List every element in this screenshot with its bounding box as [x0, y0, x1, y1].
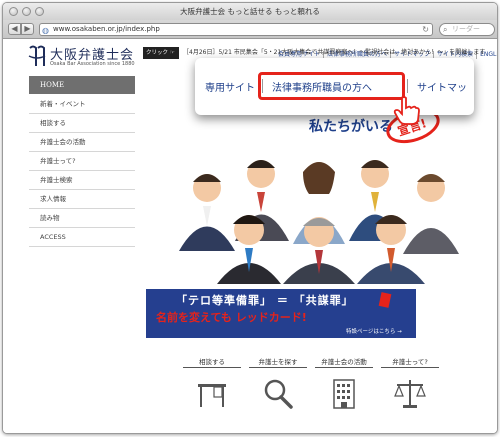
banner-subheadline: 名前を変えても レッドカード!	[156, 311, 307, 324]
minimize-window-button[interactable]	[22, 7, 31, 16]
window-title: 大阪弁護士会 もっと話せる もっと頼れる	[180, 7, 320, 16]
callout-sitemap: サイトマッ	[417, 83, 467, 94]
url-text: www.osakaben.or.jp/index.php	[53, 25, 160, 33]
quicklink-label: 弁護士会の活動	[321, 358, 367, 366]
logo-name-en: Osaka Bar Association since 1880	[50, 61, 135, 67]
callout-member-site: 専用サイト	[205, 83, 255, 94]
banner-more-link[interactable]: 特設ページはこちら →	[346, 327, 402, 335]
back-button[interactable]: ◀	[8, 23, 21, 35]
forward-button[interactable]: ▶	[21, 23, 34, 35]
desk-icon	[198, 384, 226, 407]
site-logo[interactable]: 大阪弁護士会 Osaka Bar Association since 1880	[27, 44, 137, 70]
quicklink-label: 弁護士って?	[392, 358, 428, 366]
lawyer-figure-front-center	[283, 217, 355, 284]
globe-icon: ◍	[42, 26, 49, 35]
browser-toolbar: ◀ ▶ ◍ www.osakaben.or.jp/index.php ↻ ⌕ リ…	[3, 20, 497, 39]
close-window-button[interactable]	[9, 7, 18, 16]
title-bar: 大阪弁護士会 もっと話せる もっと頼れる	[3, 3, 497, 20]
sidebar-item-lawyer-search[interactable]: 弁護士検索	[29, 171, 135, 190]
lawyer-figure-back-far-right	[403, 174, 459, 254]
quicklink-label: 相談する	[199, 358, 225, 366]
building-icon	[333, 379, 355, 409]
bar-association-emblem-icon	[28, 45, 46, 66]
hand-cursor-icon	[393, 96, 420, 125]
hero-tagline: 私たちがいる	[309, 118, 393, 135]
sidebar-item-consult[interactable]: 相談する	[29, 114, 135, 133]
lawyer-figure-back-left	[179, 174, 235, 251]
banner-headline: 「テロ等準備罪」 ＝ 「共謀罪」	[176, 294, 354, 307]
sidebar-item-access[interactable]: ACCESS	[29, 228, 135, 247]
red-card-icon	[378, 292, 392, 308]
zoom-window-button[interactable]	[35, 7, 44, 16]
sidebar-item-reading[interactable]: 読み物	[29, 209, 135, 228]
zoom-callout: 専用サイト 法律事務所職員の方へ サイトマッ	[195, 58, 474, 115]
search-placeholder: リーダー	[452, 25, 480, 33]
conspiracy-law-banner[interactable]: 「テロ等準備罪」 ＝ 「共謀罪」 名前を変えても レッドカード! 特設ページはこ…	[146, 289, 416, 338]
reload-icon[interactable]: ↻	[422, 24, 429, 35]
ticker-label: クリック ☞	[143, 47, 179, 59]
quicklink-label: 弁護士を探す	[258, 358, 298, 366]
sidebar-item-jobs[interactable]: 求人情報	[29, 190, 135, 209]
quicklink-about-lawyers[interactable]: 弁護士って?	[377, 356, 443, 408]
sidebar-item-home[interactable]: HOME	[29, 76, 135, 95]
sidebar-nav: HOME 新着・イベント 相談する 弁護士会の活動 弁護士って? 弁護士検索 求…	[29, 76, 135, 247]
sidebar-item-activities[interactable]: 弁護士会の活動	[29, 133, 135, 152]
callout-divider	[407, 79, 408, 93]
quicklink-consult[interactable]: 相談する	[179, 356, 245, 407]
address-bar[interactable]: ◍ www.osakaben.or.jp/index.php ↻	[39, 23, 433, 36]
search-field[interactable]: ⌕ リーダー	[439, 23, 495, 36]
sidebar-item-about-lawyers[interactable]: 弁護士って?	[29, 152, 135, 171]
quicklink-activities[interactable]: 弁護士会の活動	[311, 356, 377, 409]
quicklink-find-lawyer[interactable]: 弁護士を探す	[245, 356, 311, 409]
scales-icon	[394, 380, 426, 408]
callout-staff-link[interactable]: 法律事務所職員の方へ	[272, 79, 372, 94]
magnifier-icon	[264, 379, 293, 409]
sidebar-item-news-events[interactable]: 新着・イベント	[29, 95, 135, 114]
search-icon: ⌕	[443, 25, 448, 34]
